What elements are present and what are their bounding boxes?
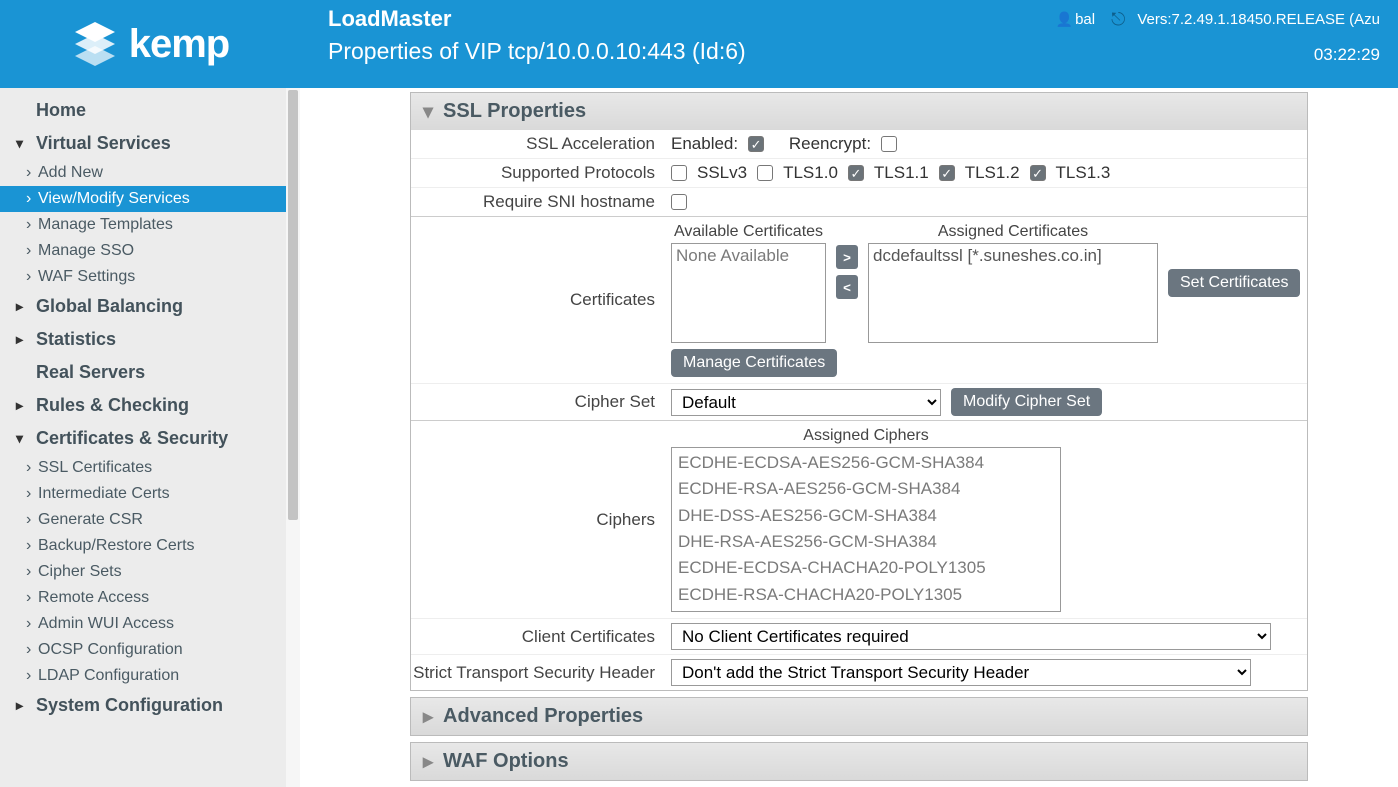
cipher-set-label: Cipher Set: [411, 392, 671, 412]
tls11-checkbox[interactable]: [848, 165, 864, 181]
advanced-properties-title: Advanced Properties: [443, 705, 643, 728]
hsts-label: Strict Transport Security Header: [411, 663, 671, 683]
nav-waf-settings[interactable]: WAF Settings: [0, 264, 286, 290]
require-sni-label: Require SNI hostname: [411, 192, 671, 212]
enabled-checkbox[interactable]: [748, 136, 764, 152]
nav-home[interactable]: Home: [0, 94, 286, 127]
tls13-label: TLS1.3: [1056, 163, 1111, 183]
tls12-label: TLS1.2: [965, 163, 1020, 183]
app-title: LoadMaster: [328, 6, 451, 32]
cipher-item[interactable]: ECDHE-RSA-CHACHA20-POLY1305: [678, 582, 1054, 608]
enabled-label: Enabled:: [671, 134, 738, 154]
nav-admin-wui-access[interactable]: Admin WUI Access: [0, 611, 286, 637]
kemp-logo-icon: [71, 20, 119, 68]
tls11-label: TLS1.1: [874, 163, 929, 183]
available-certs-listbox[interactable]: None Available: [671, 243, 826, 343]
tls10-checkbox[interactable]: [757, 165, 773, 181]
client-certs-select[interactable]: No Client Certificates required: [671, 623, 1271, 650]
advanced-properties-header[interactable]: Advanced Properties: [411, 698, 1307, 735]
cipher-item[interactable]: DHE-DSS-AES256-GCM-SHA384: [678, 503, 1054, 529]
assigned-ciphers-title: Assigned Ciphers: [803, 427, 928, 445]
supported-protocols-label: Supported Protocols: [411, 163, 671, 183]
nav-global-balancing[interactable]: Global Balancing: [0, 290, 286, 323]
nav-rules-checking[interactable]: Rules & Checking: [0, 389, 286, 422]
nav-virtual-services[interactable]: Virtual Services: [0, 127, 286, 160]
certificates-label: Certificates: [411, 290, 671, 310]
user-icon: [1056, 11, 1075, 28]
nav-generate-csr[interactable]: Generate CSR: [0, 507, 286, 533]
clock: 03:22:29: [1314, 45, 1380, 65]
tls10-label: TLS1.0: [783, 163, 838, 183]
nav-real-servers[interactable]: Real Servers: [0, 356, 286, 389]
nav-backup-restore-certs[interactable]: Backup/Restore Certs: [0, 533, 286, 559]
ssl-properties-panel: SSL Properties SSL Acceleration Enabled:…: [410, 92, 1308, 691]
ciphers-label: Ciphers: [411, 510, 671, 530]
reencrypt-checkbox[interactable]: [881, 136, 897, 152]
nav-add-new[interactable]: Add New: [0, 160, 286, 186]
nav-remote-access[interactable]: Remote Access: [0, 585, 286, 611]
expand-icon: [423, 749, 433, 774]
waf-options-header[interactable]: WAF Options: [411, 743, 1307, 780]
modify-cipher-set-button[interactable]: Modify Cipher Set: [951, 388, 1102, 416]
cipher-item[interactable]: ECDHE-RSA-AES256-GCM-SHA384: [678, 476, 1054, 502]
nav-manage-sso[interactable]: Manage SSO: [0, 238, 286, 264]
nav-certs-security[interactable]: Certificates & Security: [0, 422, 286, 455]
cipher-set-select[interactable]: Default: [671, 389, 941, 416]
content-area: SSL Properties SSL Acceleration Enabled:…: [300, 88, 1398, 787]
ssl-acceleration-label: SSL Acceleration: [411, 134, 671, 154]
nav-statistics[interactable]: Statistics: [0, 323, 286, 356]
nav-cipher-sets[interactable]: Cipher Sets: [0, 559, 286, 585]
waf-options-title: WAF Options: [443, 750, 569, 773]
logo-panel: kemp: [0, 0, 300, 88]
sidebar: Home Virtual Services Add New View/Modif…: [0, 88, 286, 787]
brand-name: kemp: [129, 22, 230, 67]
manage-certificates-button[interactable]: Manage Certificates: [671, 349, 837, 377]
cipher-item[interactable]: ECDHE-ECDSA-AES256-GCM-SHA384: [678, 450, 1054, 476]
expand-icon: [423, 704, 433, 729]
cipher-item[interactable]: DHE-RSA-AES256-GCM-SHA384: [678, 529, 1054, 555]
nav-ldap-config[interactable]: LDAP Configuration: [0, 663, 286, 689]
collapse-icon: [423, 99, 433, 124]
page-title: Properties of VIP tcp/10.0.0.10:443 (Id:…: [328, 38, 746, 65]
set-certificates-button[interactable]: Set Certificates: [1168, 269, 1300, 297]
sslv3-label: SSLv3: [697, 163, 747, 183]
nav-system-config[interactable]: System Configuration: [0, 689, 286, 722]
nav-ocsp-config[interactable]: OCSP Configuration: [0, 637, 286, 663]
require-sni-checkbox[interactable]: [671, 194, 687, 210]
client-certs-label: Client Certificates: [411, 627, 671, 647]
sidebar-scrollbar[interactable]: [286, 88, 300, 787]
tls12-checkbox[interactable]: [939, 165, 955, 181]
cipher-item[interactable]: ECDHE-ECDSA-CHACHA20-POLY1305: [678, 555, 1054, 581]
hsts-select[interactable]: Don't add the Strict Transport Security …: [671, 659, 1251, 686]
brand-logo: kemp: [71, 20, 230, 68]
move-left-button[interactable]: <: [836, 275, 858, 299]
nav-intermediate-certs[interactable]: Intermediate Certs: [0, 481, 286, 507]
ssl-properties-header[interactable]: SSL Properties: [411, 93, 1307, 130]
advanced-properties-panel: Advanced Properties: [410, 697, 1308, 736]
assigned-ciphers-listbox[interactable]: ECDHE-ECDSA-AES256-GCM-SHA384 ECDHE-RSA-…: [671, 447, 1061, 612]
assigned-certs-listbox[interactable]: dcdefaultssl [*.suneshes.co.in]: [868, 243, 1158, 343]
nav-ssl-certificates[interactable]: SSL Certificates: [0, 455, 286, 481]
ssl-properties-title: SSL Properties: [443, 100, 586, 123]
user-label: bal: [1056, 11, 1095, 28]
available-certs-title: Available Certificates: [671, 223, 826, 241]
tls13-checkbox[interactable]: [1030, 165, 1046, 181]
assigned-cert-item[interactable]: dcdefaultssl [*.suneshes.co.in]: [873, 246, 1153, 266]
assigned-certs-title: Assigned Certificates: [868, 223, 1158, 241]
available-cert-item: None Available: [676, 246, 821, 266]
move-right-button[interactable]: >: [836, 245, 858, 269]
waf-options-panel: WAF Options: [410, 742, 1308, 781]
nav-manage-templates[interactable]: Manage Templates: [0, 212, 286, 238]
header-bar: LoadMaster bal Vers:7.2.49.1.18450.RELEA…: [300, 0, 1398, 88]
sslv3-checkbox[interactable]: [671, 165, 687, 181]
version-label: Vers:7.2.49.1.18450.RELEASE (Azu: [1137, 11, 1380, 28]
nav-view-modify-services[interactable]: View/Modify Services: [0, 186, 286, 212]
reencrypt-label: Reencrypt:: [789, 134, 871, 154]
logout-icon[interactable]: [1107, 9, 1125, 30]
